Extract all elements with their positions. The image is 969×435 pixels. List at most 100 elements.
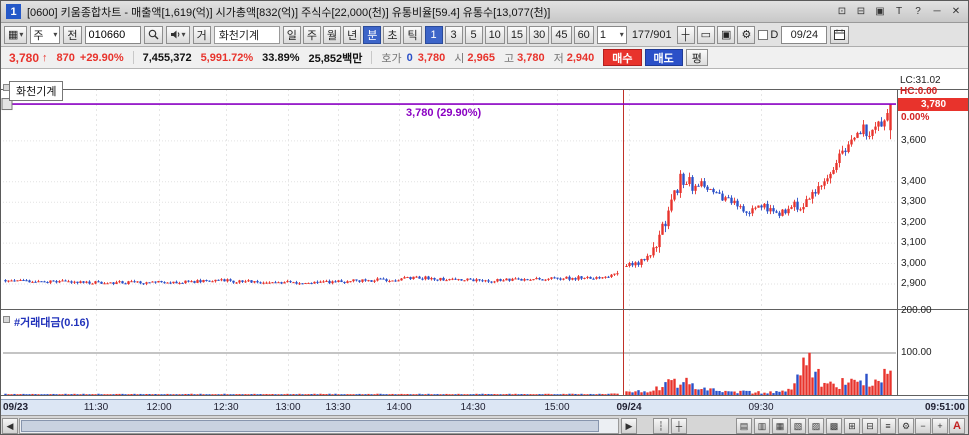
d-checkbox-label: D	[770, 28, 779, 41]
volume-ratio: 5,991.72%	[200, 51, 254, 64]
title-bar[interactable]: 1 [0600] 키움종합차트 - 매출액[1,619(억)] 시가총액[832…	[1, 1, 968, 23]
period-button-월[interactable]: 월	[322, 25, 342, 44]
current-price-pct: 0.00%	[901, 112, 930, 123]
time-axis-label: 11:30	[83, 402, 109, 413]
fill-window-icon[interactable]: ▣	[873, 5, 887, 19]
chart-menu-button[interactable]: ▦ ▾	[4, 25, 28, 44]
period-button-분[interactable]: 분	[363, 25, 382, 44]
asset-type-select[interactable]: 주 ▾	[30, 25, 61, 44]
period-button-틱[interactable]: 틱	[403, 25, 422, 44]
time-axis-label: 12:30	[213, 402, 239, 413]
bottom-right-icons: ▤ ▥ ▦ ▧ ▨ ▩ ⊞ ⊟ ≡ ⚙	[736, 418, 914, 434]
crosshair-icon[interactable]: ┼	[671, 418, 687, 434]
window-controls: ⊡ ⊟ ▣ T? ─ ✕	[835, 5, 963, 19]
chart-region: 화천기계 3,780 (29.90%) #거래대금(0.16) LC:31.02…	[1, 69, 968, 399]
high-value: 3,780	[517, 51, 545, 64]
close-icon[interactable]: ✕	[949, 5, 963, 19]
period-button-주[interactable]: 주	[302, 25, 321, 44]
chart-top-frame	[1, 89, 968, 90]
open-value: 2,965	[467, 51, 495, 64]
time-axis: 09:51:00 09/23 11:30 12:00 12:30 13:00 13:30 1…	[1, 399, 968, 415]
time-axis-label: 12:00	[146, 402, 172, 413]
price-axis-label: 3,400	[901, 175, 927, 187]
search-button[interactable]	[143, 25, 163, 44]
zoom-in-button[interactable]: +	[932, 418, 948, 434]
font-size-button[interactable]: A	[949, 418, 965, 434]
chart-scrollbar[interactable]	[19, 418, 619, 434]
prev-stock-button[interactable]: 전	[63, 25, 82, 44]
chart-line-icon[interactable]: ▧	[790, 418, 806, 434]
period-button-년[interactable]: 년	[343, 25, 362, 44]
volume-axis-label: 100.00	[901, 347, 932, 358]
interval-button-60[interactable]: 60	[573, 25, 594, 44]
chart-menu-icon: ▦	[8, 29, 19, 41]
chart-area-icon[interactable]: ▤	[736, 418, 752, 434]
dropline-icon[interactable]: ┆	[653, 418, 669, 434]
volume-axis-label: 200.00	[901, 305, 932, 316]
stock-code-input[interactable]	[84, 25, 141, 44]
tools-icon[interactable]: ⚙	[898, 418, 914, 434]
always-on-top-icon[interactable]: T	[892, 5, 906, 19]
interval-button-10[interactable]: 10	[484, 25, 505, 44]
chart-bar-icon[interactable]: ▦	[772, 418, 788, 434]
sound-alert-button[interactable]: ▾	[165, 25, 190, 44]
chart-point-icon[interactable]: ▩	[826, 418, 842, 434]
hoga-bid: 0	[406, 51, 413, 64]
panel-divider	[1, 309, 968, 310]
avg-button[interactable]: 평	[685, 49, 708, 66]
axis-end-time: 09:51:00	[924, 402, 965, 413]
volume-value: 7,455,372	[142, 51, 192, 64]
search-icon	[148, 29, 159, 40]
high-label: 고	[503, 52, 515, 65]
quote-info-bar: 3,780 ↑ 870 +29.90% 7,455,372 5,991.72% …	[1, 47, 968, 69]
save-chart-icon[interactable]: ▣	[716, 25, 736, 44]
interval-button-45[interactable]: 45	[551, 25, 572, 44]
sell-button[interactable]: 매도	[644, 49, 683, 66]
help-icon[interactable]: ?	[911, 5, 925, 19]
indicator-list-icon[interactable]: ≡	[880, 418, 896, 434]
interval-button-15[interactable]: 15	[506, 25, 528, 44]
chart-step-icon[interactable]: ▨	[808, 418, 824, 434]
chevron-down-icon: ▾	[53, 30, 58, 39]
up-arrow-icon: ↑	[42, 51, 48, 64]
snapshot-tool-icon[interactable]: ▭	[696, 25, 715, 44]
calendar-icon	[834, 29, 846, 40]
time-axis-label: 14:00	[386, 402, 412, 413]
price-panel-legend: 화천기계	[9, 81, 64, 101]
zoom-in-icon[interactable]: ⊞	[844, 418, 860, 434]
chart-toolbar: ▦▾ 주▾ 전 ▾ 거 화천기계 일주월년분초틱 1351015304560 1…	[1, 23, 968, 47]
trader-toggle-button[interactable]: 거	[192, 25, 211, 44]
scroll-right-button[interactable]: ▶	[621, 418, 637, 434]
chart-candle-icon[interactable]: ▥	[754, 418, 770, 434]
price-change-pct: +29.90%	[79, 51, 124, 64]
chart-settings-icon[interactable]: ⚙	[737, 25, 756, 44]
period-button-초[interactable]: 초	[383, 25, 402, 44]
time-axis-label: 09:30	[748, 402, 774, 413]
custom-interval-select[interactable]: 1 ▾	[596, 25, 627, 44]
scroll-left-button[interactable]: ◀	[2, 418, 18, 434]
period-button-일[interactable]: 일	[282, 25, 301, 44]
zoom-out-icon[interactable]: ⊟	[862, 418, 878, 434]
interval-button-1[interactable]: 1	[424, 25, 443, 44]
chevron-down-icon: ▾	[19, 30, 24, 39]
kiwoom-chart-window: 1 [0600] 키움종합차트 - 매출액[1,619(억)] 시가총액[832…	[0, 0, 969, 435]
date-display[interactable]: 09/24	[781, 25, 828, 44]
calendar-button[interactable]	[830, 25, 850, 44]
price-axis-label: 3,300	[901, 196, 927, 208]
low-value: 2,940	[566, 51, 595, 64]
scrollbar-thumb[interactable]	[21, 420, 599, 432]
minimize-icon[interactable]: ─	[930, 5, 944, 19]
copy-window-icon[interactable]: ⊡	[835, 5, 849, 19]
interval-button-30[interactable]: 30	[529, 25, 550, 44]
checkbox-icon[interactable]	[758, 29, 769, 40]
zoom-out-button[interactable]: −	[915, 418, 931, 434]
interval-button-3[interactable]: 3	[444, 25, 463, 44]
interval-button-5[interactable]: 5	[464, 25, 483, 44]
bar-counter: 177/901	[631, 28, 672, 41]
volume-panel-marker[interactable]	[3, 316, 10, 323]
crosshair-tool-icon[interactable]: ┼	[676, 25, 695, 44]
buy-button[interactable]: 매수	[603, 49, 642, 66]
dock-window-icon[interactable]: ⊟	[854, 5, 868, 19]
price-change: 870	[56, 51, 75, 64]
d-checkbox[interactable]: D	[758, 29, 778, 41]
